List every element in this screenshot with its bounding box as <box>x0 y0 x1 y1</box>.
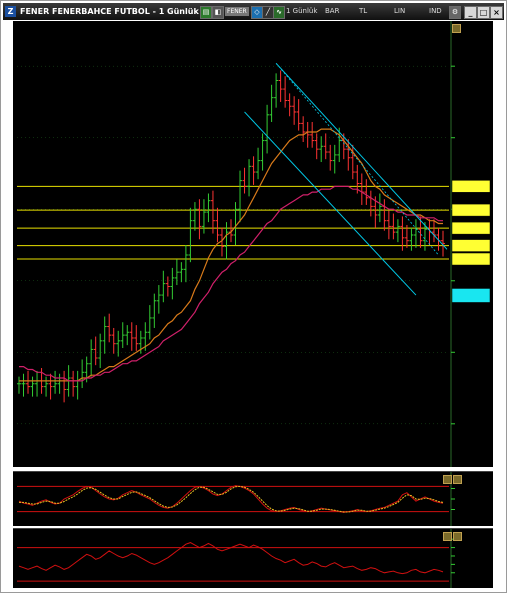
chart-icon[interactable]: ▤ <box>200 6 212 19</box>
last-price-tag <box>451 288 491 303</box>
indicator-tool-icon[interactable]: ∿ <box>273 6 285 19</box>
oscillator-panel-1[interactable] <box>13 471 493 526</box>
settings-icon[interactable]: ⚙ <box>449 6 461 19</box>
minimize-icon[interactable]: _ <box>464 6 477 19</box>
maximize-icon[interactable]: □ <box>477 6 490 19</box>
title-bar[interactable]: Z FENER FENERBAHCE FUTBOL - 1 Günlük (.1… <box>3 3 504 20</box>
indicator-selector[interactable]: IND <box>429 5 442 18</box>
level-tag <box>451 180 491 193</box>
price-chart[interactable] <box>13 21 493 467</box>
chart-type-selector[interactable]: BAR <box>325 5 339 18</box>
trend-line-mid <box>275 63 439 256</box>
panel-close-icon[interactable] <box>453 532 462 541</box>
level-tag <box>451 203 491 217</box>
compare-icon[interactable]: ◧ <box>212 6 224 19</box>
panel-menu-icon[interactable] <box>443 475 452 484</box>
close-icon[interactable]: × <box>490 6 503 19</box>
level-tag <box>451 252 491 266</box>
price-panel[interactable] <box>13 21 493 467</box>
trend-line-lower <box>244 111 417 296</box>
scale-selector[interactable]: LIN <box>394 5 405 18</box>
period-selector[interactable]: 1 Günlük <box>286 5 317 18</box>
app-icon[interactable]: Z <box>5 6 16 17</box>
window-title: FENER FENERBAHCE FUTBOL - 1 Günlük (.1d) <box>20 7 224 16</box>
level-tag <box>451 221 491 235</box>
oscillator-chart-1[interactable] <box>13 472 493 526</box>
panel-menu-icon[interactable] <box>443 532 452 541</box>
currency-selector[interactable]: TL <box>359 5 367 18</box>
symbol-field[interactable]: FENER <box>225 7 249 16</box>
panel-close-icon[interactable] <box>453 475 462 484</box>
oscillator-panel-2[interactable] <box>13 528 493 588</box>
panel-menu-icon[interactable] <box>452 24 461 33</box>
level-tag <box>451 239 491 252</box>
ma-orange-line <box>19 128 443 382</box>
osc-series-line <box>18 485 444 513</box>
chart-window: Z FENER FENERBAHCE FUTBOL - 1 Günlük (.1… <box>0 0 507 593</box>
oscillator-chart-2[interactable] <box>13 529 493 588</box>
trend-line-upper <box>275 62 448 250</box>
